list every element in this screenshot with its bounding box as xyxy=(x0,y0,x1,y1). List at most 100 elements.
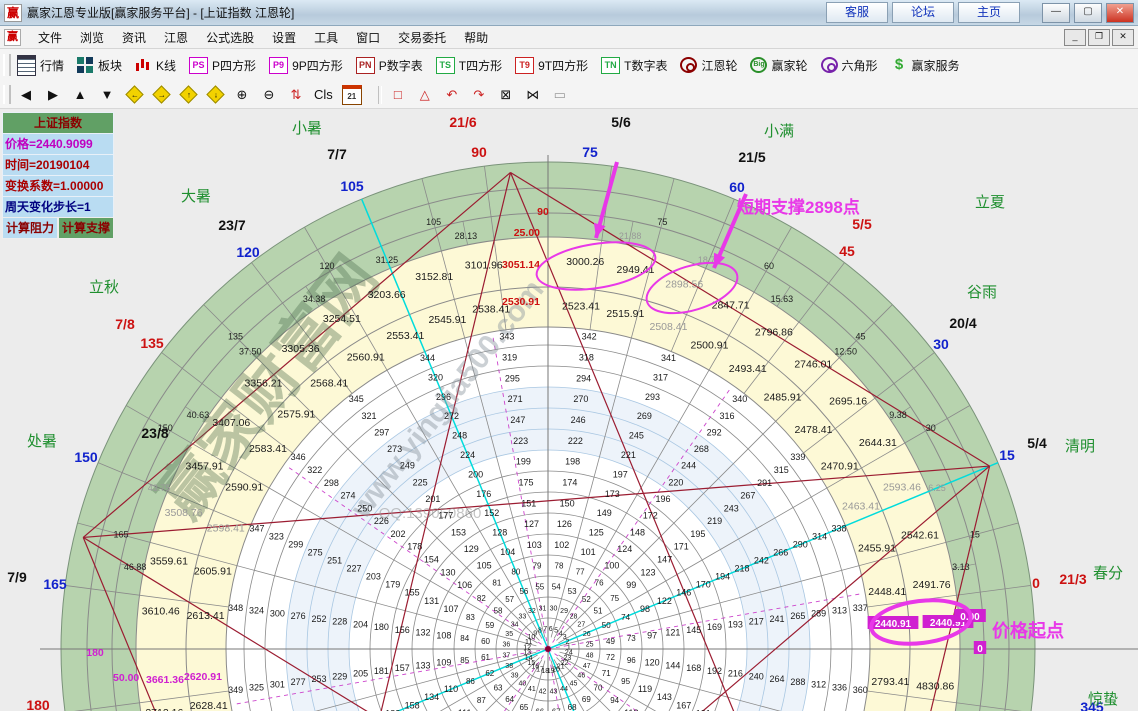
calc-support-button[interactable]: 计算支撑 xyxy=(58,217,114,239)
svg-text:66: 66 xyxy=(535,707,544,711)
svg-text:125: 125 xyxy=(589,528,604,538)
svg-text:99: 99 xyxy=(626,580,636,590)
pan-down-icon[interactable]: ↓ xyxy=(206,85,224,105)
calc-resistance-button[interactable]: 计算阻力 xyxy=(2,217,58,239)
title-bar[interactable]: 赢 赢家江恩专业版[赢家服务平台] - [上证指数 江恩轮] 客服 论坛 主页 … xyxy=(0,0,1138,26)
toolbar-button-赢家服务[interactable]: $赢家服务 xyxy=(891,57,960,74)
svg-text:147: 147 xyxy=(657,555,672,565)
axis-highlight: 2440.91 xyxy=(875,619,912,630)
triangle-tool-icon[interactable]: △ xyxy=(416,85,434,105)
toolbar-handle[interactable] xyxy=(3,85,11,104)
toolbar-button-赢家轮[interactable]: Big赢家轮 xyxy=(750,57,807,74)
mdi-minimize-button[interactable]: _ xyxy=(1064,29,1086,46)
maximize-button[interactable]: ▢ xyxy=(1074,3,1102,23)
toolbar-button-9P四方形[interactable]: P99P四方形 xyxy=(269,57,343,74)
menu-browse[interactable]: 浏览 xyxy=(71,27,113,48)
forum-button[interactable]: 论坛 xyxy=(892,2,954,23)
home-button[interactable]: 主页 xyxy=(958,2,1020,23)
9P四方形-icon: P9 xyxy=(269,57,288,74)
rotate-cw-icon[interactable]: ↷ xyxy=(470,85,488,105)
menu-formula[interactable]: 公式选股 xyxy=(197,27,263,48)
svg-text:2523.41: 2523.41 xyxy=(562,301,600,313)
pointer-up-icon[interactable]: ▲ xyxy=(71,85,89,105)
svg-text:132: 132 xyxy=(416,628,431,638)
toolbar-button-K线[interactable]: K线 xyxy=(135,57,176,74)
svg-text:312: 312 xyxy=(811,680,826,690)
next-arrow-icon[interactable]: ▶ xyxy=(44,85,62,105)
svg-text:224: 224 xyxy=(460,450,475,460)
toolbar-button-T数字表[interactable]: TNT数字表 xyxy=(601,57,667,74)
svg-text:145: 145 xyxy=(686,625,701,635)
pan-right-icon[interactable]: → xyxy=(152,85,170,105)
svg-text:253: 253 xyxy=(311,674,326,684)
menu-file[interactable]: 文件 xyxy=(29,27,71,48)
zoom-in-icon[interactable]: ⊕ xyxy=(233,85,251,105)
menu-help[interactable]: 帮助 xyxy=(455,27,497,48)
menu-gann[interactable]: 江恩 xyxy=(155,27,197,48)
toolbar-handle[interactable] xyxy=(3,54,11,76)
svg-text:108: 108 xyxy=(436,630,451,640)
svg-text:2613.41: 2613.41 xyxy=(187,610,225,622)
mdi-close-button[interactable]: ✕ xyxy=(1112,29,1134,46)
svg-text:134: 134 xyxy=(424,692,439,702)
cls-button[interactable]: Cls xyxy=(314,85,333,105)
calendar-icon[interactable]: 21 xyxy=(342,85,362,105)
board-icon[interactable]: ▭ xyxy=(551,85,569,105)
minimize-button[interactable]: — xyxy=(1042,3,1070,23)
fit-icon[interactable]: ⋈ xyxy=(524,85,542,105)
toolbar-button-行情[interactable]: 行情 xyxy=(17,55,64,76)
svg-text:156: 156 xyxy=(395,625,410,635)
toolbar-button-江恩轮[interactable]: 江恩轮 xyxy=(680,57,737,74)
pan-up-icon[interactable]: ↑ xyxy=(179,85,197,105)
axis-highlight: 3661.36 xyxy=(146,674,184,686)
svg-text:35: 35 xyxy=(505,631,513,638)
pointer-down-icon[interactable]: ▼ xyxy=(98,85,116,105)
svg-text:102: 102 xyxy=(554,540,569,550)
svg-text:346: 346 xyxy=(291,452,306,462)
toolbar-button-P数字表[interactable]: PNP数字表 xyxy=(356,57,423,74)
drawing-toolbar: ◀ ▶ ▲ ▼ ← → ↑ ↓ ⊕ ⊖ ⇅ Cls 21 □ △ ↶ ↷ ⊠ ⋈ ▭ xyxy=(0,81,1138,109)
mdi-restore-button[interactable]: ❐ xyxy=(1088,29,1110,46)
menu-tools[interactable]: 工具 xyxy=(305,27,347,48)
svg-text:123: 123 xyxy=(640,567,655,577)
svg-text:47: 47 xyxy=(583,663,591,670)
svg-text:130: 130 xyxy=(441,567,456,577)
svg-text:2560.91: 2560.91 xyxy=(347,351,385,363)
toolbar-button-9T四方形[interactable]: T99T四方形 xyxy=(515,57,588,74)
svg-text:181: 181 xyxy=(374,666,389,676)
toolbar-button-六角形[interactable]: 六角形 xyxy=(821,57,878,74)
板块-icon xyxy=(77,57,94,73)
toolbar-button-板块[interactable]: 板块 xyxy=(77,57,122,74)
svg-text:217: 217 xyxy=(749,617,764,627)
svg-text:101: 101 xyxy=(581,547,596,557)
menu-settings[interactable]: 设置 xyxy=(263,27,305,48)
toolbar-button-T四方形[interactable]: TST四方形 xyxy=(436,57,502,74)
toolbar-button-P四方形[interactable]: PSP四方形 xyxy=(189,57,256,74)
date-label: 23/7 xyxy=(218,217,245,233)
pan-left-icon[interactable]: ← xyxy=(125,85,143,105)
svg-text:2583.41: 2583.41 xyxy=(249,443,287,455)
rotate-ccw-icon[interactable]: ↶ xyxy=(443,85,461,105)
svg-text:107: 107 xyxy=(443,604,458,614)
updown-icon[interactable]: ⇅ xyxy=(287,85,305,105)
kefu-button[interactable]: 客服 xyxy=(826,2,888,23)
svg-text:171: 171 xyxy=(674,542,689,552)
delete-box-icon[interactable]: ⊠ xyxy=(497,85,515,105)
solar-term-label: 清明 xyxy=(1065,438,1095,455)
menu-trade[interactable]: 交易委托 xyxy=(389,27,455,48)
menu-news[interactable]: 资讯 xyxy=(113,27,155,48)
square-tool-icon[interactable]: □ xyxy=(389,85,407,105)
svg-text:202: 202 xyxy=(391,529,406,539)
svg-text:77: 77 xyxy=(576,567,585,576)
svg-text:54: 54 xyxy=(552,583,561,592)
svg-text:294: 294 xyxy=(576,373,591,383)
svg-text:53: 53 xyxy=(568,587,577,596)
svg-text:76: 76 xyxy=(595,578,604,587)
zoom-out-icon[interactable]: ⊖ xyxy=(260,85,278,105)
svg-text:119: 119 xyxy=(638,684,652,694)
close-button[interactable]: ✕ xyxy=(1106,3,1134,23)
solar-term-label: 处暑 xyxy=(27,433,57,450)
prev-arrow-icon[interactable]: ◀ xyxy=(17,85,35,105)
menu-window[interactable]: 窗口 xyxy=(347,27,389,48)
coef-row: 变换系数=1.00000 xyxy=(2,175,114,196)
